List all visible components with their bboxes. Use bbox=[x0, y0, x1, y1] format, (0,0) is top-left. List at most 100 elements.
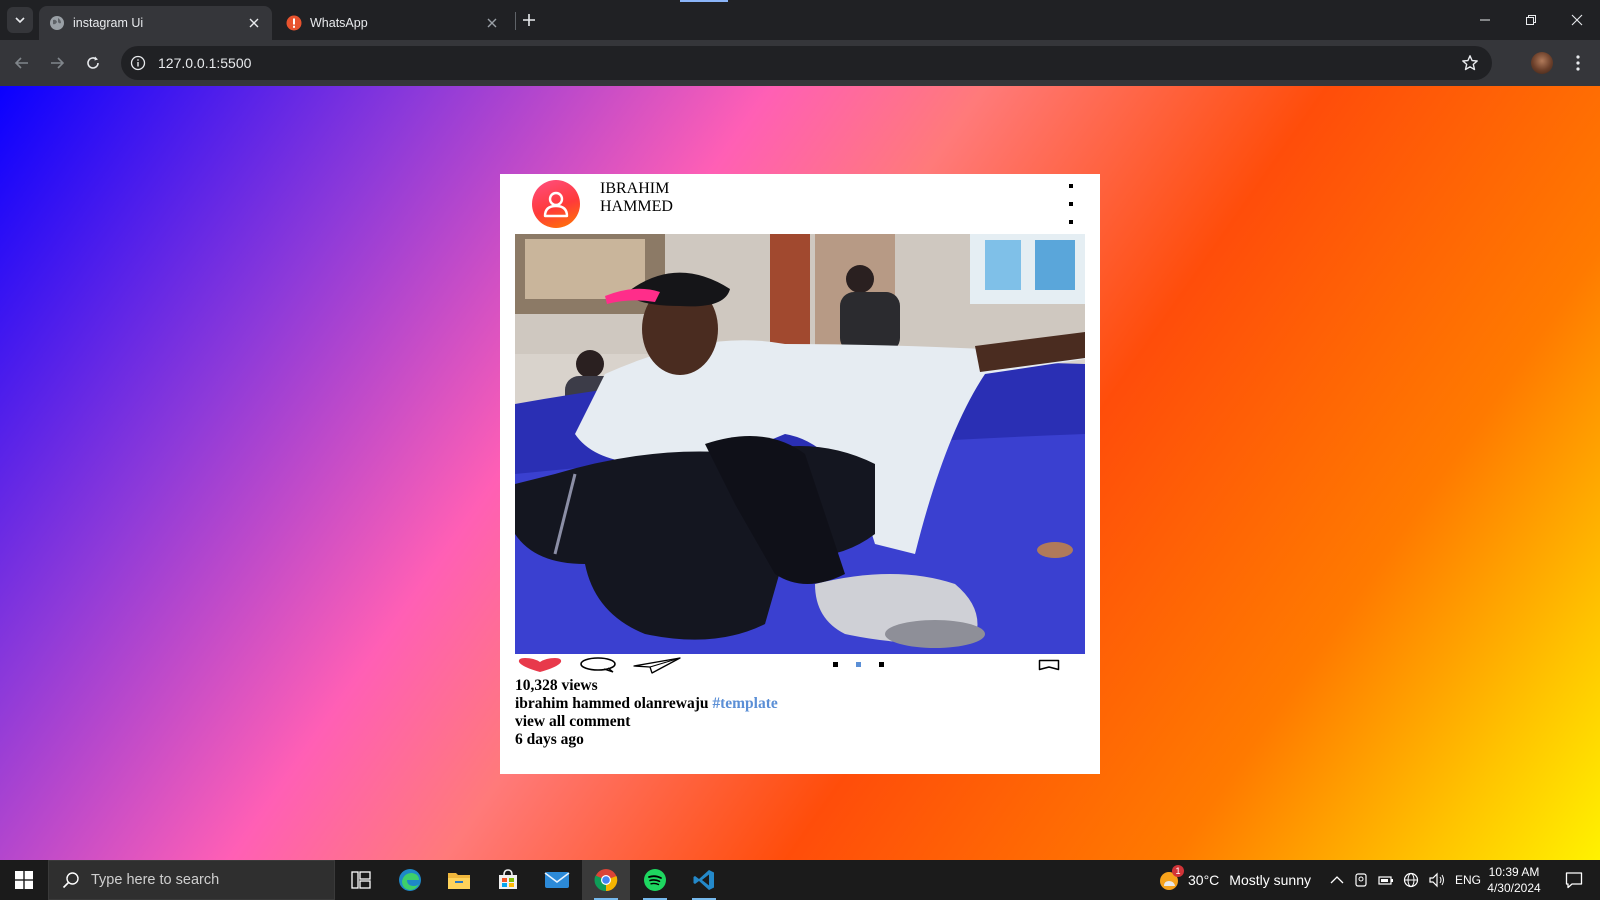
user-icon bbox=[543, 191, 569, 218]
post-actions bbox=[515, 655, 1085, 675]
more-vertical-icon bbox=[1576, 55, 1580, 71]
weather-sun-icon: 1 bbox=[1158, 865, 1184, 891]
carousel-pager bbox=[833, 662, 884, 667]
view-count: 10,328 views bbox=[515, 677, 598, 694]
post-photo[interactable] bbox=[515, 234, 1085, 654]
taskbar-chrome[interactable] bbox=[582, 860, 630, 900]
post-options-icon[interactable] bbox=[1066, 184, 1076, 224]
minimize-button[interactable] bbox=[1462, 0, 1508, 40]
whatsapp-error-icon bbox=[286, 15, 302, 31]
share-button[interactable] bbox=[631, 655, 683, 675]
browser-toolbar: 127.0.0.1:5500 bbox=[0, 40, 1600, 86]
clock-time: 10:39 AM bbox=[1488, 865, 1540, 879]
post-username[interactable]: IBRAHIM HAMMED bbox=[600, 180, 720, 216]
taskbar-store[interactable] bbox=[484, 860, 532, 900]
post-info: 10,328 views ibrahim hammed olanrewaju #… bbox=[515, 677, 778, 749]
notifications-button[interactable] bbox=[1556, 860, 1592, 900]
task-view-button[interactable] bbox=[337, 860, 385, 900]
reload-icon bbox=[87, 56, 99, 69]
edge-icon bbox=[399, 869, 421, 891]
taskbar-edge[interactable] bbox=[386, 860, 434, 900]
profile-avatar[interactable] bbox=[1531, 52, 1553, 74]
weather-badge: 1 bbox=[1172, 865, 1184, 877]
taskbar-search[interactable]: Type here to search bbox=[48, 860, 335, 900]
search-placeholder: Type here to search bbox=[91, 872, 220, 888]
tab-title: WhatsApp bbox=[310, 16, 368, 30]
start-button[interactable] bbox=[0, 860, 48, 900]
new-tab-button[interactable] bbox=[516, 9, 542, 31]
taskbar-vscode[interactable] bbox=[680, 860, 728, 900]
reload-button[interactable] bbox=[81, 51, 105, 75]
bookmark-icon bbox=[1038, 659, 1060, 671]
battery-icon[interactable] bbox=[1378, 872, 1394, 888]
minimize-icon bbox=[1480, 19, 1490, 21]
tab-search-button[interactable] bbox=[7, 7, 33, 33]
clock-date: 4/30/2024 bbox=[1487, 881, 1541, 895]
site-info-icon[interactable] bbox=[124, 49, 152, 77]
weather-temp: 30°C bbox=[1188, 872, 1220, 888]
tab-instagram-ui[interactable]: instagram Ui bbox=[39, 6, 272, 40]
caption-username[interactable]: ibrahim hammed olanrewaju bbox=[515, 695, 708, 712]
chrome-icon bbox=[594, 869, 618, 892]
address-bar[interactable]: 127.0.0.1:5500 bbox=[121, 46, 1492, 80]
page-viewport: IBRAHIM HAMMED 10,328 views ibrahim hamm… bbox=[0, 86, 1600, 860]
browser-tabstrip: instagram Ui WhatsApp bbox=[0, 0, 1600, 40]
taskbar-spotify[interactable] bbox=[631, 860, 679, 900]
forward-button[interactable] bbox=[45, 51, 69, 75]
post-header: IBRAHIM HAMMED bbox=[500, 174, 1100, 234]
pager-dot[interactable] bbox=[833, 662, 838, 667]
chevron-up-icon[interactable] bbox=[1330, 875, 1344, 885]
caption-hashtag[interactable]: #template bbox=[712, 695, 777, 712]
store-icon bbox=[499, 869, 517, 889]
weather-widget[interactable]: 1 30°C Mostly sunny bbox=[1158, 860, 1311, 900]
instagram-post-card: IBRAHIM HAMMED 10,328 views ibrahim hamm… bbox=[500, 174, 1100, 774]
pager-dot-active[interactable] bbox=[856, 662, 861, 667]
mail-icon bbox=[544, 872, 570, 888]
spotify-icon bbox=[644, 869, 666, 891]
notification-icon bbox=[1565, 872, 1583, 889]
tab-scroll-indicator bbox=[680, 0, 728, 2]
comment-button[interactable] bbox=[577, 655, 619, 675]
search-icon bbox=[61, 871, 81, 889]
browser-menu-button[interactable] bbox=[1568, 50, 1588, 76]
language-indicator[interactable]: ENG bbox=[1455, 873, 1481, 887]
user-avatar[interactable] bbox=[525, 179, 587, 229]
tab-whatsapp[interactable]: WhatsApp bbox=[276, 6, 510, 40]
arrow-right-icon bbox=[51, 57, 65, 69]
folder-icon bbox=[448, 873, 470, 889]
taskbar-clock[interactable]: 10:39 AM 4/30/2024 bbox=[1484, 864, 1544, 896]
task-view-icon bbox=[351, 871, 371, 889]
bookmark-star-icon[interactable] bbox=[1460, 53, 1480, 73]
post-caption: ibrahim hammed olanrewaju #template bbox=[515, 695, 778, 713]
globe-network-icon[interactable] bbox=[1403, 872, 1419, 888]
close-window-button[interactable] bbox=[1554, 0, 1600, 40]
close-tab-icon[interactable] bbox=[246, 15, 262, 31]
save-button[interactable] bbox=[1037, 655, 1061, 675]
arrow-left-icon bbox=[14, 57, 28, 69]
plus-icon bbox=[523, 14, 535, 26]
view-all-comments-link[interactable]: view all comment bbox=[515, 713, 778, 731]
vscode-icon bbox=[693, 870, 714, 890]
taskbar-mail[interactable] bbox=[533, 860, 581, 900]
pager-dot[interactable] bbox=[879, 662, 884, 667]
windows-logo-icon bbox=[15, 871, 33, 889]
avatar-gradient bbox=[532, 180, 580, 228]
close-tab-icon[interactable] bbox=[484, 15, 500, 31]
globe-icon bbox=[49, 15, 65, 31]
close-icon bbox=[1571, 14, 1583, 26]
heart-icon bbox=[518, 658, 562, 672]
post-timestamp: 6 days ago bbox=[515, 731, 584, 748]
like-button[interactable] bbox=[515, 655, 565, 675]
back-button[interactable] bbox=[10, 51, 34, 75]
tab-title: instagram Ui bbox=[73, 16, 144, 30]
url-text[interactable]: 127.0.0.1:5500 bbox=[158, 55, 251, 71]
taskbar-file-explorer[interactable] bbox=[435, 860, 483, 900]
volume-icon[interactable] bbox=[1428, 872, 1446, 888]
comment-icon bbox=[580, 657, 616, 673]
camera-icon[interactable] bbox=[1353, 872, 1369, 888]
windows-taskbar: Type here to search 1 30°C Mostly sunny bbox=[0, 860, 1600, 900]
send-icon bbox=[633, 657, 681, 674]
chevron-down-icon bbox=[15, 17, 25, 24]
restore-button[interactable] bbox=[1508, 0, 1554, 40]
weather-condition: Mostly sunny bbox=[1229, 872, 1311, 888]
